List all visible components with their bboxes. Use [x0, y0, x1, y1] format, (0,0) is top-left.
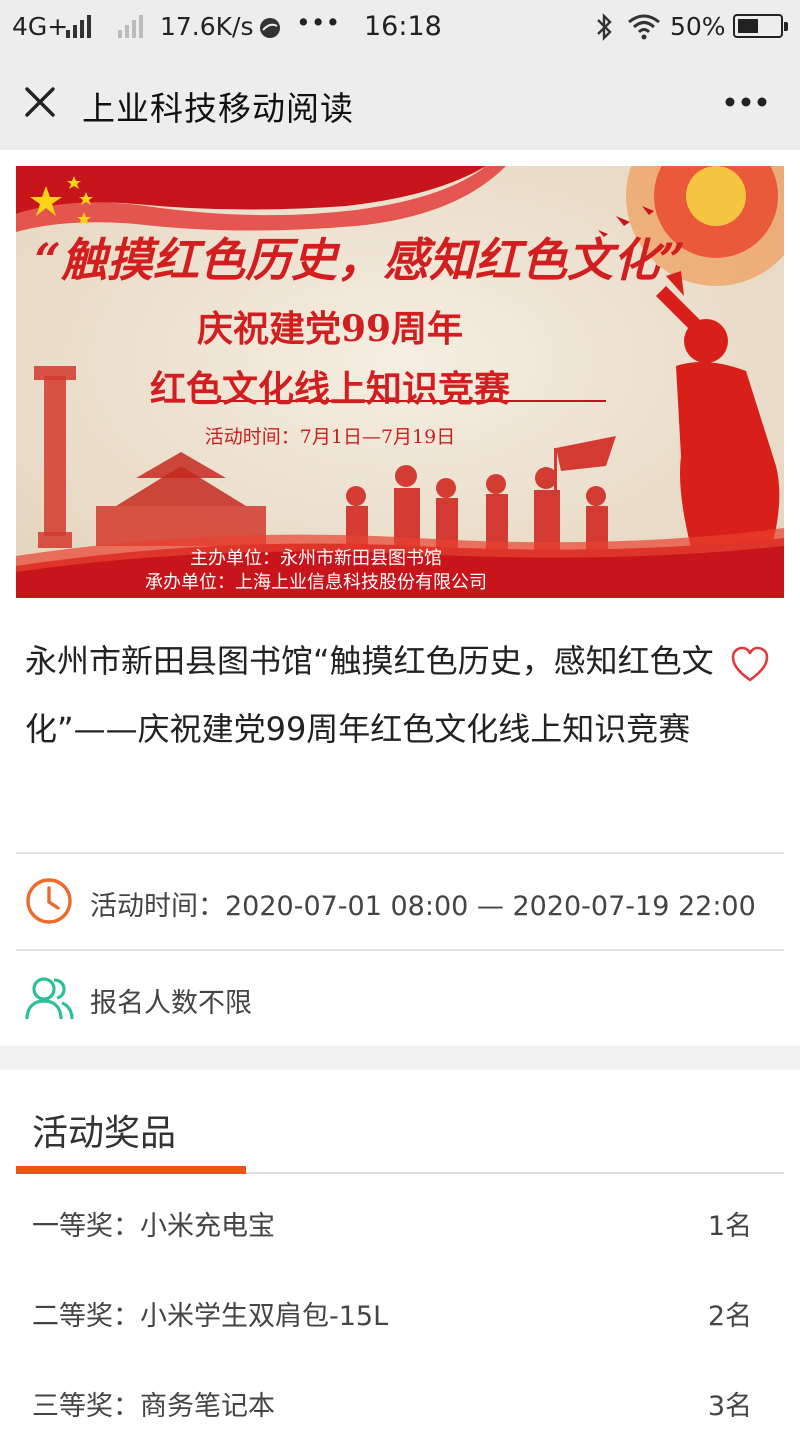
- banner-line-1: 庆祝建党99周年: [196, 308, 464, 350]
- network-type: 4G+: [12, 12, 69, 41]
- activity-time-row: 活动时间：2020-07-01 08:00 — 2020-07-19 22:00: [0, 852, 800, 948]
- prize-name: 三等奖：商务笔记本: [32, 1391, 275, 1422]
- people-icon: [25, 977, 74, 1020]
- signal-icon: [66, 14, 91, 38]
- clock-icon: [26, 878, 72, 924]
- prizes-heading: 活动奖品: [32, 1113, 177, 1154]
- wifi-icon: [628, 14, 660, 40]
- banner-slogan: “触摸红色历史，感知红色文化”: [34, 233, 686, 287]
- prize-count: 3名: [707, 1391, 752, 1422]
- signal-secondary-icon: [118, 14, 143, 38]
- prize-item: 三等奖：商务笔记本 3名: [0, 1384, 800, 1444]
- prize-item: 一等奖：小米充电宝 1名: [0, 1204, 800, 1264]
- prize-count: 1名: [707, 1211, 752, 1242]
- status-more-icon: •••: [296, 8, 341, 37]
- nav-bar: 上业科技移动阅读: [0, 54, 800, 150]
- banner-host: 主办单位：永州市新田县图书馆: [190, 548, 442, 569]
- prizes-tab-indicator: [16, 1166, 246, 1174]
- more-icon[interactable]: [722, 84, 770, 120]
- status-time: 16:18: [364, 11, 442, 42]
- network-speed: 17.6K/s: [160, 12, 254, 41]
- banner-line-2: 红色文化线上知识竞赛: [149, 368, 510, 410]
- app-notification-icon: [260, 18, 280, 38]
- prize-item: 二等奖：小米学生双肩包-15L 2名: [0, 1294, 800, 1354]
- close-icon[interactable]: [20, 82, 60, 122]
- signup-limit: 报名人数不限: [90, 988, 252, 1019]
- battery-icon: [733, 14, 788, 38]
- activity-time: 活动时间：2020-07-01 08:00 — 2020-07-19 22:00: [90, 891, 756, 922]
- prize-name: 二等奖：小米学生双肩包-15L: [32, 1301, 389, 1332]
- prize-name: 一等奖：小米充电宝: [32, 1211, 275, 1242]
- favorite-heart-icon[interactable]: [730, 646, 770, 684]
- section-separator: [0, 1046, 800, 1070]
- battery-percent: 50%: [670, 12, 726, 41]
- bluetooth-icon: [597, 13, 612, 41]
- status-bar: 4G+ 17.6K/s ••• 16:18 50%: [0, 0, 800, 54]
- page-title: 上业科技移动阅读: [82, 89, 354, 128]
- activity-title: 永州市新田县图书馆“触摸红色历史，感知红色文化”——庆祝建党99周年红色文化线上…: [25, 642, 714, 748]
- signup-limit-row: 报名人数不限: [0, 949, 800, 1045]
- prize-count: 2名: [707, 1301, 752, 1332]
- banner-time: 活动时间：7月1日—7月19日: [204, 426, 456, 448]
- banner-organizer: 承办单位：上海上业信息科技股份有限公司: [145, 572, 487, 593]
- activity-banner[interactable]: “触摸红色历史，感知红色文化” 庆祝建党99周年 红色文化线上知识竞赛 活动时间…: [16, 166, 784, 598]
